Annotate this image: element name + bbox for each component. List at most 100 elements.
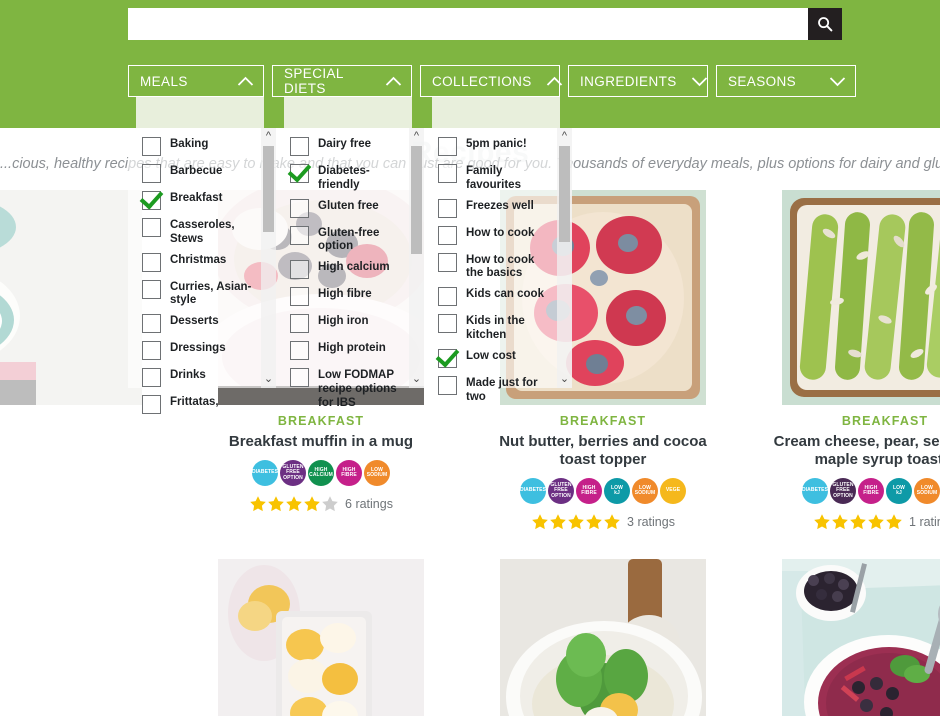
filter-option[interactable]: Kids can cook — [424, 286, 557, 308]
recipe-image[interactable] — [500, 559, 706, 716]
filter-option-label: High fibre — [318, 288, 372, 301]
scroll-up-icon[interactable]: ^ — [414, 128, 419, 145]
special-diets-panel-top — [284, 97, 412, 128]
meals-scrollbar[interactable]: ^ ⌄ — [261, 128, 276, 388]
filter-option[interactable]: 5pm panic! — [424, 136, 557, 158]
collections-panel-top — [432, 97, 560, 128]
scroll-down-icon[interactable]: ⌄ — [412, 371, 421, 388]
checkbox-icon[interactable] — [438, 164, 457, 183]
filter-option[interactable]: How to cook — [424, 225, 557, 247]
checkbox-icon[interactable] — [290, 368, 309, 388]
checkbox-icon[interactable] — [142, 218, 161, 237]
filter-option[interactable]: Drinks — [128, 367, 261, 389]
search-button[interactable] — [808, 8, 842, 40]
filter-option[interactable]: How to cook the basics — [424, 252, 557, 282]
filter-option[interactable]: High fibre — [276, 286, 409, 308]
filter-option[interactable]: Christmas — [128, 252, 261, 274]
checkbox-icon[interactable] — [438, 314, 457, 334]
checkbox-icon[interactable] — [142, 279, 161, 299]
checkbox-icon[interactable] — [438, 137, 457, 156]
scrollbar-thumb[interactable] — [411, 146, 422, 254]
checkbox-icon[interactable] — [290, 287, 309, 307]
checkbox-icon[interactable] — [290, 314, 309, 334]
checkbox-checked-icon[interactable] — [290, 164, 309, 183]
filter-special-diets[interactable]: SPECIAL DIETS — [272, 65, 412, 97]
filter-option-label: How to cook the basics — [466, 253, 535, 280]
recipe-card[interactable] — [180, 559, 462, 716]
meals-dropdown-panel[interactable]: Baking Barbecue Breakfast Casseroles, Stews… — [128, 128, 276, 415]
star-filled-icon — [550, 514, 566, 530]
checkbox-icon[interactable] — [290, 198, 309, 218]
special-diets-scrollbar[interactable]: ^ ⌄ — [409, 128, 424, 388]
checkbox-icon[interactable] — [438, 198, 457, 218]
checkbox-icon[interactable] — [438, 252, 457, 272]
filter-meals[interactable]: MEALS — [128, 65, 264, 97]
scroll-up-icon[interactable]: ^ — [562, 128, 567, 145]
checkbox-icon[interactable] — [142, 341, 161, 361]
filter-option[interactable]: Dairy free — [276, 136, 409, 158]
scrollbar-thumb[interactable] — [559, 146, 570, 242]
search-bar — [128, 8, 842, 40]
filter-option[interactable]: High calcium — [276, 259, 409, 281]
filter-option[interactable]: High iron — [276, 313, 409, 335]
checkbox-icon[interactable] — [290, 260, 309, 280]
filter-option[interactable]: Diabetes-friendly — [276, 163, 409, 193]
checkbox-icon[interactable] — [438, 287, 457, 307]
recipe-image[interactable] — [0, 559, 142, 716]
checkbox-icon[interactable] — [290, 341, 309, 361]
meals-option-list: Baking Barbecue Breakfast Casseroles, Stews… — [128, 128, 261, 415]
special-diets-dropdown-panel[interactable]: Dairy free Diabetes-friendly Gluten free Gl… — [276, 128, 424, 409]
recipe-image[interactable] — [782, 190, 940, 405]
checkbox-checked-icon[interactable] — [438, 348, 457, 368]
filter-seasons[interactable]: SEASONS — [716, 65, 856, 97]
checkbox-icon[interactable] — [438, 375, 457, 395]
checkbox-icon[interactable] — [142, 314, 161, 334]
recipe-image[interactable] — [782, 559, 940, 716]
checkbox-icon[interactable] — [142, 368, 161, 388]
filter-option[interactable]: Breakfast — [128, 190, 261, 212]
checkbox-icon[interactable] — [438, 225, 457, 245]
filter-option[interactable]: Low FODMAP recipe options for IBS — [276, 367, 409, 410]
filter-option[interactable]: Gluten free — [276, 198, 409, 220]
checkbox-checked-icon[interactable] — [142, 191, 161, 210]
filter-collections[interactable]: COLLECTIONS — [420, 65, 563, 97]
collections-dropdown-panel[interactable]: 5pm panic! Family favourites Freezes well H… — [424, 128, 572, 403]
filter-option[interactable]: Low cost — [424, 348, 557, 370]
filter-option[interactable]: High protein — [276, 340, 409, 362]
checkbox-icon[interactable] — [290, 225, 309, 245]
search-input[interactable] — [128, 8, 808, 40]
checkbox-icon[interactable] — [290, 137, 309, 156]
filter-option[interactable]: Made just for two — [424, 375, 557, 405]
collections-scrollbar[interactable]: ^ ⌄ — [557, 128, 572, 388]
scroll-up-icon[interactable]: ^ — [266, 128, 271, 145]
filter-option[interactable]: Gluten-free option — [276, 225, 409, 255]
filter-option[interactable]: Frittatas, — [128, 394, 261, 416]
filter-option[interactable]: Desserts — [128, 313, 261, 335]
recipe-image[interactable] — [218, 559, 424, 716]
recipe-card[interactable] — [462, 559, 744, 716]
recipe-card[interactable] — [744, 559, 940, 716]
filter-option[interactable]: Barbecue — [128, 163, 261, 185]
filter-option[interactable]: Dressings — [128, 340, 261, 362]
checkbox-icon[interactable] — [142, 137, 161, 156]
scroll-down-icon[interactable]: ⌄ — [264, 371, 273, 388]
filter-option[interactable]: Family favourites — [424, 163, 557, 193]
chevron-up-icon — [546, 76, 563, 87]
checkbox-icon[interactable] — [142, 395, 161, 415]
scroll-down-icon[interactable]: ⌄ — [560, 371, 569, 388]
filter-option[interactable]: Kids in the kitchen — [424, 313, 557, 343]
filter-ingredients[interactable]: INGREDIENTS — [568, 65, 708, 97]
filter-option[interactable]: Casseroles, Stews — [128, 217, 261, 247]
filter-option[interactable]: Freezes well — [424, 198, 557, 220]
scrollbar-thumb[interactable] — [263, 146, 274, 232]
filter-option-label: Drinks — [170, 369, 206, 382]
recipe-card[interactable] — [0, 559, 180, 716]
rating-count: 6 ratings — [345, 497, 393, 511]
recipe-badges: DIABETES GLUTEN FREE OPTION HIGH FIBRE LOW kJ LO… — [462, 478, 744, 504]
recipe-card[interactable]: BREAKFAST Cream cheese, pear, seeds and … — [744, 190, 940, 531]
filter-option[interactable]: Baking — [128, 136, 261, 158]
checkbox-icon[interactable] — [142, 164, 161, 183]
filter-option[interactable]: Curries, Asian-style — [128, 279, 261, 309]
recipe-image[interactable] — [0, 190, 142, 405]
checkbox-icon[interactable] — [142, 252, 161, 272]
